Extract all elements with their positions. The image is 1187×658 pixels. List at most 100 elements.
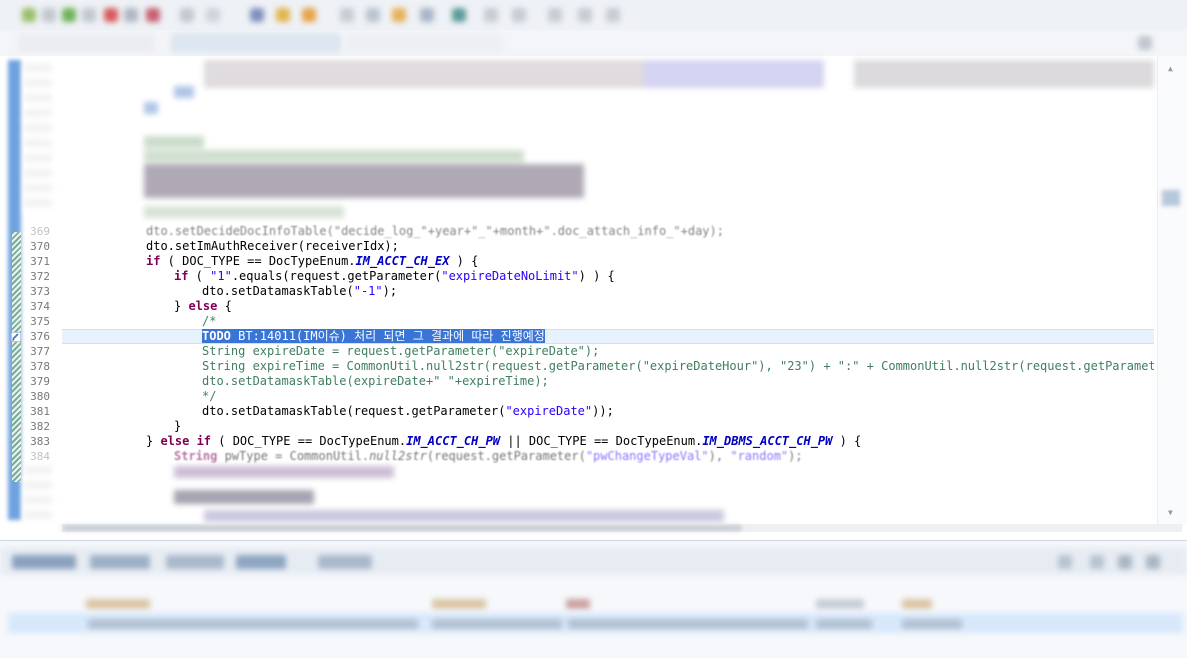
- code-line: dto.setDatamaskTable(request.getParamete…: [202, 404, 614, 419]
- toolbar-icon[interactable]: [22, 8, 36, 22]
- code-text[interactable]: dto.setDecideDocInfoTable("decide_log_"+…: [62, 56, 1154, 526]
- panel-icon[interactable]: [1058, 555, 1072, 569]
- column-header[interactable]: [902, 599, 932, 609]
- static-method: null2str: [369, 449, 427, 463]
- comment-line: dto.setDatamaskTable(expireDate+" "+expi…: [202, 374, 549, 388]
- code-line: dto.setDecideDocInfoTable("decide_log_"+…: [146, 224, 724, 238]
- toolbar-icon[interactable]: [548, 8, 562, 22]
- line-number: 382: [30, 420, 50, 433]
- toolbar-icon[interactable]: [42, 8, 56, 22]
- code-fragment: );: [788, 449, 803, 463]
- keyword: else: [188, 299, 218, 313]
- blurred-code-below: [24, 464, 1154, 526]
- line-number: 375: [30, 315, 50, 328]
- toolbar-icon[interactable]: [302, 8, 316, 22]
- table-cell: [902, 619, 962, 629]
- toolbar-icon[interactable]: [276, 8, 290, 22]
- toolbar-icon[interactable]: [180, 8, 194, 22]
- line-number-current: 376: [30, 330, 50, 343]
- horizontal-scrollbar[interactable]: [62, 524, 1182, 532]
- scrollbar-thumb[interactable]: [62, 525, 742, 531]
- column-header[interactable]: [816, 599, 864, 609]
- code-fragment: }: [174, 299, 189, 313]
- keyword: else if: [160, 434, 212, 448]
- toolbar-icon[interactable]: [124, 8, 138, 22]
- editor-tab[interactable]: [18, 34, 154, 52]
- code-line: } else if ( DOC_TYPE == DocTypeEnum.IM_A…: [146, 434, 861, 449]
- column-header[interactable]: [432, 599, 486, 609]
- scroll-up-icon[interactable]: ▲: [1168, 64, 1176, 73]
- bottom-panel-tabs: [0, 547, 1187, 575]
- editor-tab-active[interactable]: [172, 34, 340, 53]
- keyword: if: [174, 269, 189, 283]
- string-literal: "-1": [353, 284, 383, 298]
- toolbar-icon[interactable]: [146, 8, 160, 22]
- toolbar-icon[interactable]: [420, 8, 434, 22]
- code-line: dto.setDatamaskTable("-1");: [202, 284, 397, 299]
- string-literal: "pwChangeTypeVal": [585, 449, 709, 463]
- line-number-gutter: 369 370 371 372 373 374 375 376 377 378 …: [22, 56, 52, 526]
- code-fragment: ) ) {: [578, 269, 615, 283]
- code-fragment: );: [382, 284, 398, 298]
- line-number: 378: [30, 360, 50, 373]
- column-header[interactable]: [86, 599, 150, 609]
- line-number: 369: [30, 225, 50, 238]
- toolbar-icon[interactable]: [82, 8, 96, 22]
- enum-constant: IM_ACCT_CH_EX: [355, 254, 450, 268]
- panel-tab[interactable]: [318, 555, 372, 569]
- enum-constant: IM_ACCT_CH_PW: [406, 434, 501, 448]
- code-line: if ( "1".equals(request.getParameter("ex…: [174, 269, 615, 284]
- line-number: 384: [30, 450, 50, 463]
- task-marker-icon[interactable]: [11, 332, 21, 342]
- editor-tab[interactable]: [346, 34, 502, 52]
- toolbar-icon[interactable]: [484, 8, 498, 22]
- code-fragment: || DOC_TYPE == DocTypeEnum.: [500, 434, 703, 448]
- code-editor[interactable]: 369 370 371 372 373 374 375 376 377 378 …: [0, 56, 1187, 526]
- panel-tab[interactable]: [12, 555, 76, 569]
- selected-text[interactable]: TODO BT:14011(IM이슈) 처리 되면 그 결과에 따라 진행예정: [202, 329, 545, 343]
- string-literal: "1": [210, 269, 232, 283]
- column-header[interactable]: [566, 599, 590, 609]
- line-number: 380: [30, 390, 50, 403]
- line-number: 377: [30, 345, 50, 358]
- code-line-selected: TODO BT:14011(IM이슈) 처리 되면 그 결과에 따라 진행예정: [202, 329, 545, 344]
- toolbar-icon[interactable]: [578, 8, 592, 22]
- panel-icon[interactable]: [1090, 555, 1104, 569]
- table-cell: [568, 619, 808, 629]
- main-toolbar: [0, 0, 1187, 31]
- code-fragment: ) {: [449, 254, 479, 268]
- comment-line: String expireDate = request.getParameter…: [202, 344, 600, 358]
- table-row[interactable]: [8, 613, 1183, 633]
- toolbar-icon[interactable]: [606, 8, 620, 22]
- toolbar-icon[interactable]: [452, 8, 466, 22]
- toolbar-icon[interactable]: [104, 8, 118, 22]
- table-header: [0, 593, 1187, 615]
- bottom-panel: [0, 540, 1187, 658]
- code-fragment: (request.getParameter(: [426, 449, 586, 463]
- code-fragment: ( DOC_TYPE == DocTypeEnum.: [160, 254, 356, 268]
- toolbar-icon[interactable]: [512, 8, 526, 22]
- panel-tab[interactable]: [236, 555, 286, 569]
- table-cell: [816, 619, 872, 629]
- toolbar-icon[interactable]: [250, 8, 264, 22]
- panel-icon[interactable]: [1146, 555, 1160, 569]
- panel-tab[interactable]: [166, 555, 224, 569]
- panel-tab[interactable]: [90, 555, 150, 569]
- toolbar-icon[interactable]: [392, 8, 406, 22]
- code-line: dto.setImAuthReceiver(receiverIdx);: [146, 239, 399, 253]
- toolbar-icon[interactable]: [366, 8, 380, 22]
- panel-icon[interactable]: [1118, 555, 1132, 569]
- scroll-down-icon[interactable]: ▼: [1168, 508, 1176, 517]
- maximize-icon[interactable]: [1138, 36, 1152, 50]
- toolbar-icon[interactable]: [340, 8, 354, 22]
- comment-line: /*: [202, 314, 217, 328]
- line-number: 381: [30, 405, 50, 418]
- code-fragment: (: [188, 269, 211, 283]
- line-number: 370: [30, 240, 50, 253]
- code-fragment: .equals(request.getParameter(: [231, 269, 442, 283]
- toolbar-icon[interactable]: [206, 8, 220, 22]
- overview-ruler-right[interactable]: ▲ ▼: [1157, 56, 1187, 526]
- toolbar-icon[interactable]: [62, 8, 76, 22]
- line-number: 372: [30, 270, 50, 283]
- code-fragment: {: [217, 299, 232, 313]
